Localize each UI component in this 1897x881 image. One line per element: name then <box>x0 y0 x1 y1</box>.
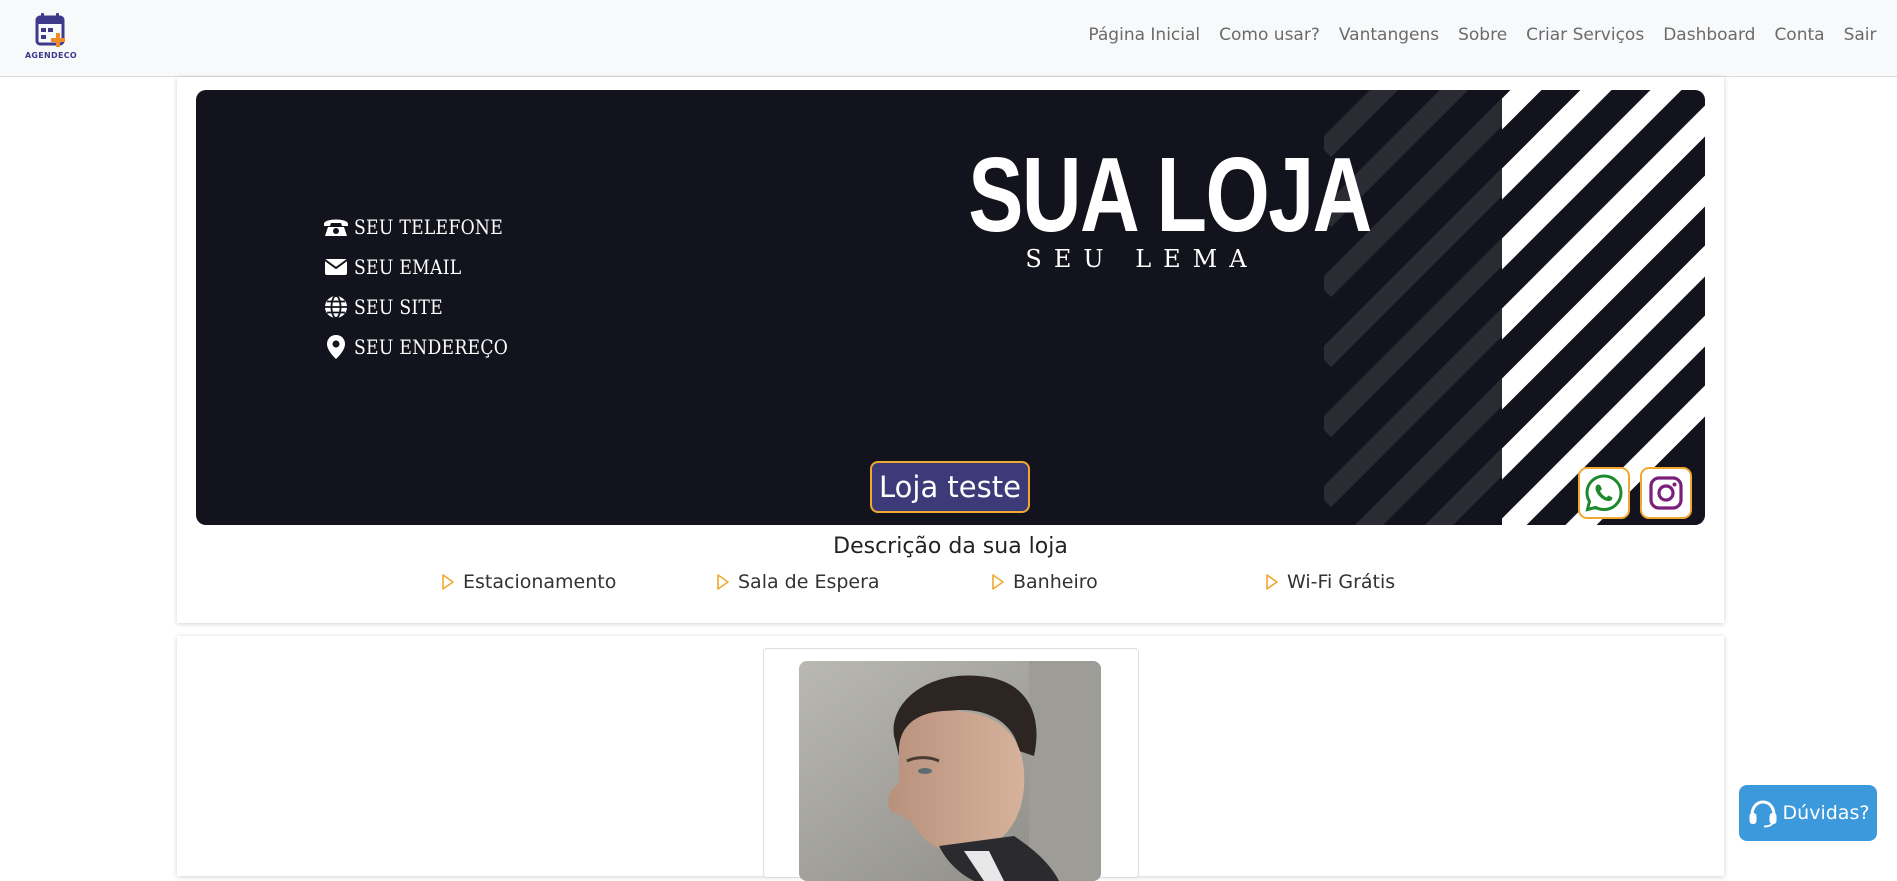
contact-phone: SEU TELEFONE <box>321 207 533 247</box>
whatsapp-icon <box>1585 474 1623 512</box>
amenity-label: Banheiro <box>1013 571 1098 593</box>
nav-item-how-to-use[interactable]: Como usar? <box>1210 22 1330 48</box>
contact-address: SEU ENDEREÇO <box>321 327 533 367</box>
amenity-label: Wi-Fi Grátis <box>1287 571 1396 593</box>
contact-site: SEU SITE <box>321 287 533 327</box>
professionals-section <box>177 636 1724 881</box>
professional-photo <box>799 661 1101 881</box>
amenity-label: Sala de Espera <box>738 571 880 593</box>
telephone-icon <box>321 213 351 241</box>
nav-item-logout[interactable]: Sair <box>1834 22 1886 48</box>
store-motto: SEU LEMA <box>1025 245 1259 273</box>
professional-card[interactable] <box>763 648 1139 881</box>
amenity-item: Banheiro <box>991 571 1098 593</box>
whatsapp-button[interactable] <box>1578 467 1630 519</box>
help-button-label: Dúvidas? <box>1782 802 1870 824</box>
amenity-item: Estacionamento <box>441 571 616 593</box>
amenity-item: Wi-Fi Grátis <box>1265 571 1395 593</box>
headset-icon <box>1749 800 1777 828</box>
instagram-button[interactable] <box>1640 467 1692 519</box>
logo-text: AGENDECO <box>24 51 78 60</box>
nav-item-account[interactable]: Conta <box>1765 22 1834 48</box>
nav-links: Página Inicial Como usar? Vantangens Sob… <box>1079 22 1886 48</box>
instagram-icon <box>1649 476 1683 510</box>
triangle-right-icon <box>991 573 1005 591</box>
envelope-icon <box>321 253 351 281</box>
globe-icon <box>321 293 351 321</box>
store-description: Descrição da sua loja <box>833 534 1068 559</box>
nav-item-about[interactable]: Sobre <box>1449 22 1517 48</box>
triangle-right-icon <box>716 573 730 591</box>
amenity-item: Sala de Espera <box>716 571 880 593</box>
location-pin-icon <box>321 333 351 361</box>
help-button[interactable]: Dúvidas? <box>1739 785 1877 841</box>
nav-item-advantages[interactable]: Vantangens <box>1329 22 1448 48</box>
store-banner: SEU TELEFONE SEU EMAIL SEU SITE SEU ENDE… <box>196 90 1705 525</box>
nav-item-home[interactable]: Página Inicial <box>1079 22 1210 48</box>
professional-portrait-image <box>799 661 1101 881</box>
contact-phone-text: SEU TELEFONE <box>354 215 504 239</box>
triangle-right-icon <box>441 573 455 591</box>
store-name-title: SUA LOJA <box>968 136 1372 254</box>
nav-item-create-services[interactable]: Criar Serviços <box>1517 22 1654 48</box>
amenities-list: Estacionamento Sala de Espera Banheiro W… <box>177 571 1724 601</box>
nav-item-dashboard[interactable]: Dashboard <box>1654 22 1765 48</box>
contact-email: SEU EMAIL <box>321 247 533 287</box>
contact-site-text: SEU SITE <box>354 295 443 319</box>
contact-address-text: SEU ENDEREÇO <box>354 335 509 359</box>
navbar: AGENDECO Página Inicial Como usar? Vanta… <box>0 0 1897 77</box>
amenity-label: Estacionamento <box>463 571 617 593</box>
store-name-button[interactable]: Loja teste <box>870 461 1030 513</box>
triangle-right-icon <box>1265 573 1279 591</box>
agendeco-logo[interactable]: AGENDECO <box>20 12 82 64</box>
store-card: SEU TELEFONE SEU EMAIL SEU SITE SEU ENDE… <box>177 77 1724 623</box>
calendar-logo-icon <box>35 13 65 47</box>
contact-email-text: SEU EMAIL <box>354 255 462 279</box>
contact-list: SEU TELEFONE SEU EMAIL SEU SITE SEU ENDE… <box>321 207 533 367</box>
